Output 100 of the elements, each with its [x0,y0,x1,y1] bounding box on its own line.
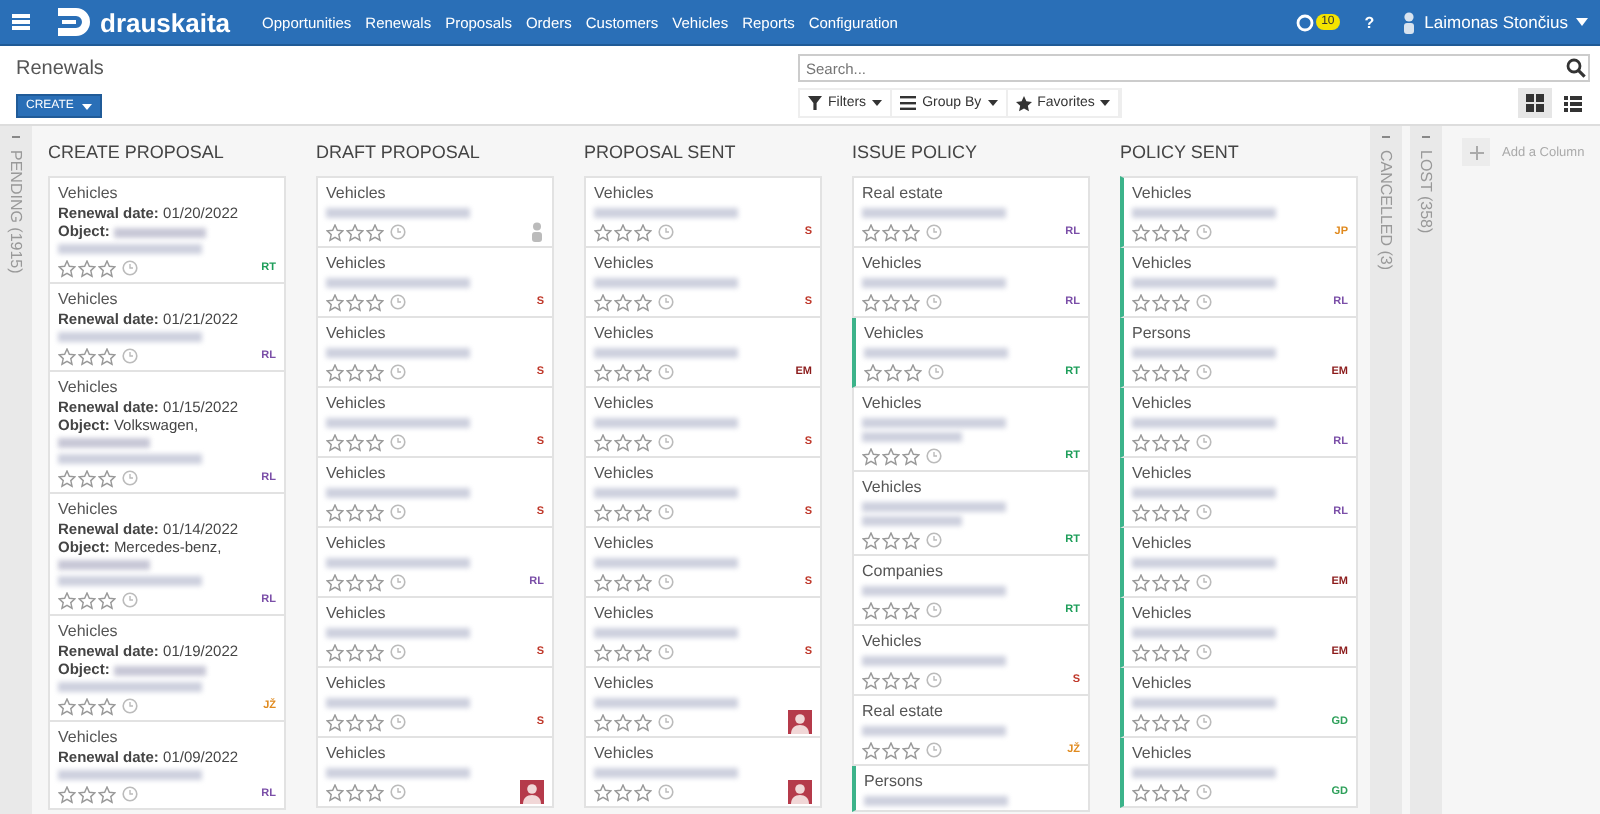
priority-stars[interactable] [1132,713,1190,731]
clock-icon[interactable] [658,714,674,730]
star-icon[interactable] [594,503,612,521]
kanban-card[interactable]: Persons [852,766,1090,812]
star-icon[interactable] [1152,293,1170,311]
user-menu[interactable]: Laimonas Stončius [1402,11,1588,33]
clock-icon[interactable] [1196,644,1212,660]
star-icon[interactable] [346,713,364,731]
clock-icon[interactable] [926,532,942,548]
brand-name[interactable]: drauskaita [100,7,231,37]
star-icon[interactable] [346,433,364,451]
star-icon[interactable] [634,433,652,451]
star-icon[interactable] [326,223,344,241]
star-icon[interactable] [366,503,384,521]
star-icon[interactable] [1132,573,1150,591]
star-icon[interactable] [366,713,384,731]
star-icon[interactable] [862,293,880,311]
clock-icon[interactable] [1196,784,1212,800]
priority-stars[interactable] [326,643,384,661]
clock-icon[interactable] [122,592,138,608]
star-icon[interactable] [594,363,612,381]
priority-stars[interactable] [1132,293,1190,311]
priority-stars[interactable] [1132,783,1190,801]
star-icon[interactable] [366,293,384,311]
priority-stars[interactable] [58,469,116,487]
priority-stars[interactable] [326,573,384,591]
star-icon[interactable] [902,223,920,241]
star-icon[interactable] [614,363,632,381]
star-icon[interactable] [594,643,612,661]
clock-icon[interactable] [390,714,406,730]
clock-icon[interactable] [122,260,138,276]
star-icon[interactable] [346,573,364,591]
star-icon[interactable] [614,433,632,451]
star-icon[interactable] [346,363,364,381]
star-icon[interactable] [884,363,902,381]
star-icon[interactable] [366,783,384,801]
clock-icon[interactable] [926,602,942,618]
star-icon[interactable] [78,259,96,277]
star-icon[interactable] [326,573,344,591]
star-icon[interactable] [902,447,920,465]
star-icon[interactable] [1152,503,1170,521]
star-icon[interactable] [1152,363,1170,381]
star-icon[interactable] [346,503,364,521]
clock-icon[interactable] [926,224,942,240]
star-icon[interactable] [326,783,344,801]
star-icon[interactable] [78,469,96,487]
star-icon[interactable] [1172,713,1190,731]
star-icon[interactable] [326,433,344,451]
clock-icon[interactable] [1196,714,1212,730]
clock-icon[interactable] [926,448,942,464]
logo-icon[interactable] [54,6,94,38]
star-icon[interactable] [902,741,920,759]
star-icon[interactable] [326,363,344,381]
star-icon[interactable] [326,293,344,311]
star-icon[interactable] [78,785,96,803]
star-icon[interactable] [594,293,612,311]
priority-stars[interactable] [862,601,920,619]
priority-stars[interactable] [862,447,920,465]
clock-icon[interactable] [658,294,674,310]
star-icon[interactable] [882,741,900,759]
star-icon[interactable] [366,643,384,661]
priority-stars[interactable] [58,591,116,609]
priority-stars[interactable] [326,433,384,451]
star-icon[interactable] [614,783,632,801]
star-icon[interactable] [1172,503,1190,521]
priority-stars[interactable] [58,697,116,715]
star-icon[interactable] [98,259,116,277]
star-icon[interactable] [1152,643,1170,661]
add-column-button[interactable] [1462,138,1490,166]
kanban-card[interactable]: Vehicles [584,668,822,738]
priority-stars[interactable] [326,783,384,801]
priority-stars[interactable] [1132,433,1190,451]
star-icon[interactable] [862,531,880,549]
star-icon[interactable] [614,293,632,311]
star-icon[interactable] [58,591,76,609]
priority-stars[interactable] [862,223,920,241]
star-icon[interactable] [1132,503,1150,521]
kanban-card[interactable]: Vehicles [316,738,554,808]
star-icon[interactable] [326,503,344,521]
priority-stars[interactable] [594,503,652,521]
star-icon[interactable] [634,643,652,661]
star-icon[interactable] [634,783,652,801]
priority-stars[interactable] [1132,223,1190,241]
kanban-view-button[interactable] [1518,88,1552,118]
star-icon[interactable] [594,433,612,451]
clock-icon[interactable] [1196,434,1212,450]
star-icon[interactable] [614,573,632,591]
priority-stars[interactable] [862,671,920,689]
star-icon[interactable] [1172,573,1190,591]
priority-stars[interactable] [326,293,384,311]
star-icon[interactable] [862,601,880,619]
priority-stars[interactable] [58,259,116,277]
star-icon[interactable] [1132,783,1150,801]
star-icon[interactable] [594,573,612,591]
star-icon[interactable] [58,347,76,365]
star-icon[interactable] [634,363,652,381]
star-icon[interactable] [882,531,900,549]
star-icon[interactable] [1132,643,1150,661]
star-icon[interactable] [1152,713,1170,731]
star-icon[interactable] [634,223,652,241]
